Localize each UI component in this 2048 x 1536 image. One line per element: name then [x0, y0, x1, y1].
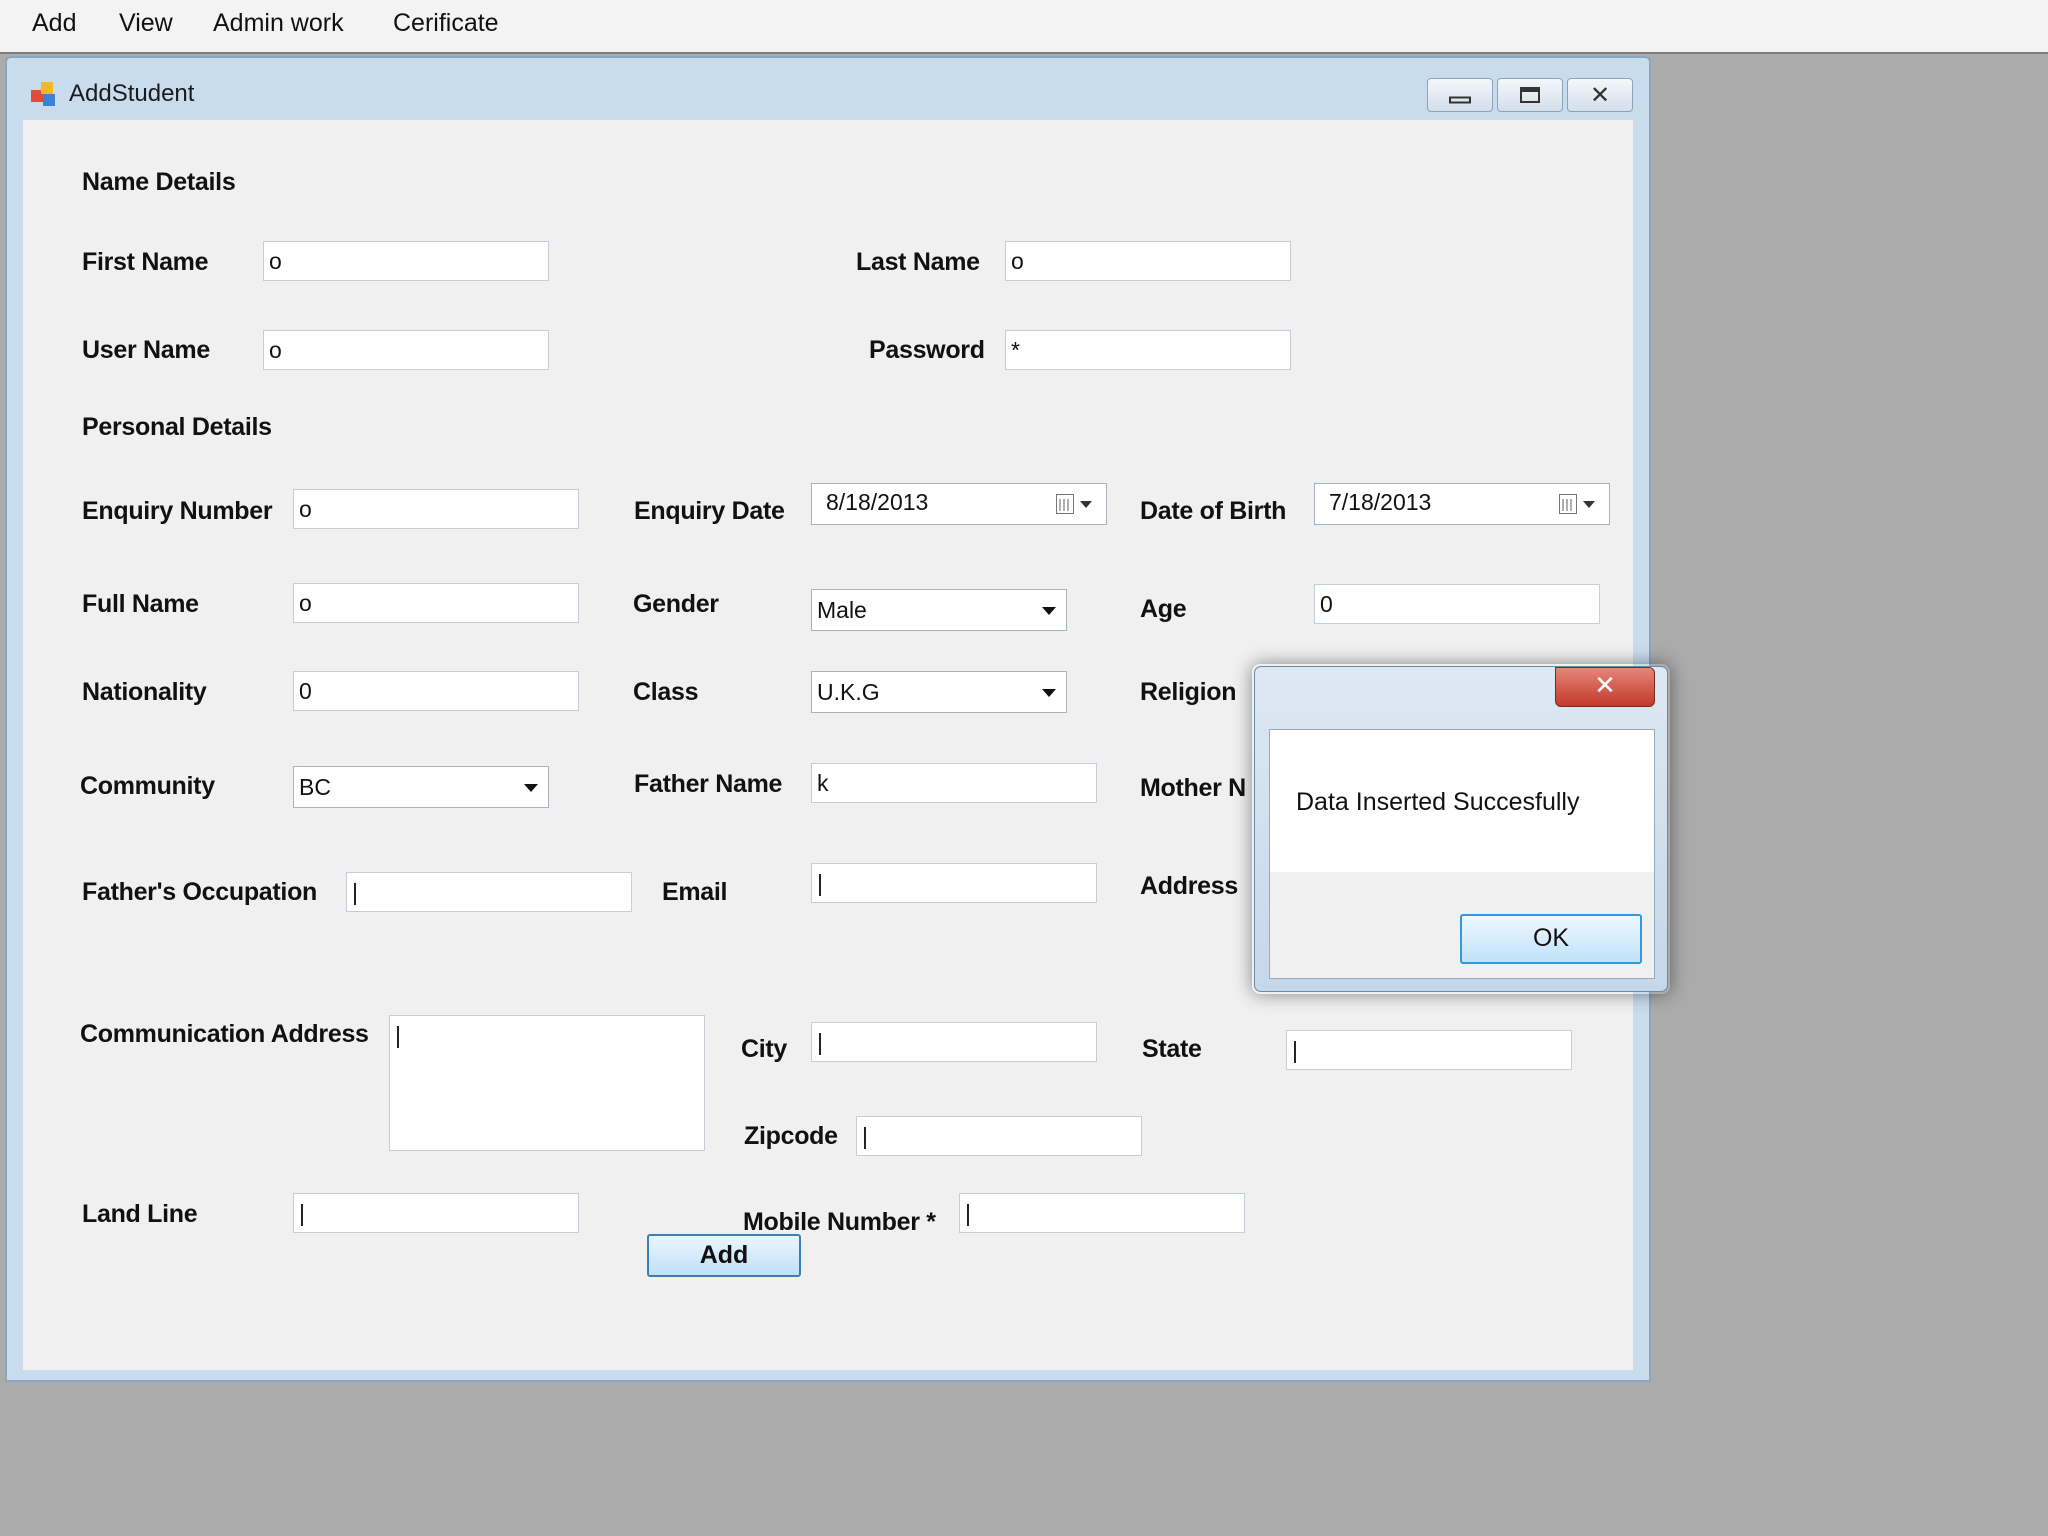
enquiry-date-value: 8/18/2013 [826, 489, 929, 515]
father-occupation-label: Father's Occupation [82, 878, 318, 906]
nationality-label: Nationality [82, 678, 207, 706]
chevron-down-icon [1042, 607, 1056, 615]
city-label: City [741, 1035, 788, 1063]
restore-icon [1520, 87, 1540, 103]
message-dialog: ✕ Data Inserted Succesfully OK [1254, 666, 1668, 992]
land-line-input[interactable]: | [293, 1193, 579, 1233]
class-selected: U.K.G [817, 679, 880, 705]
father-occupation-input[interactable]: | [346, 872, 632, 912]
enquiry-date-picker[interactable]: 8/18/2013 [811, 483, 1107, 525]
last-name-input[interactable]: o [1005, 241, 1291, 281]
address-label: Address [1140, 872, 1238, 900]
enquiry-number-input[interactable]: o [293, 489, 579, 529]
dialog-message: Data Inserted Succesfully [1296, 788, 1580, 816]
dropdown-arrow-icon [1583, 501, 1595, 508]
father-name-label: Father Name [634, 770, 783, 798]
dropdown-arrow-icon [1080, 501, 1092, 508]
window-title: AddStudent [69, 80, 195, 107]
mother-name-label: Mother N [1140, 774, 1246, 802]
zipcode-input[interactable]: | [856, 1116, 1142, 1156]
password-input[interactable]: * [1005, 330, 1291, 370]
chevron-down-icon [1042, 689, 1056, 697]
email-input[interactable]: | [811, 863, 1097, 903]
city-input[interactable]: | [811, 1022, 1097, 1062]
gender-select[interactable]: Male [811, 589, 1067, 631]
enquiry-number-label: Enquiry Number [82, 497, 273, 525]
community-selected: BC [299, 774, 331, 800]
age-input[interactable]: 0 [1314, 584, 1600, 624]
menu-bar: Add View Admin work Cerificate [0, 0, 2048, 54]
close-button[interactable]: ✕ [1567, 78, 1633, 112]
gender-label: Gender [633, 590, 719, 618]
dialog-close-button[interactable]: ✕ [1555, 667, 1655, 707]
menu-admin-work[interactable]: Admin work [207, 9, 350, 38]
date-of-birth-value: 7/18/2013 [1329, 489, 1432, 515]
communication-address-label: Communication Address [80, 1020, 369, 1048]
mobile-number-input[interactable]: | [959, 1193, 1245, 1233]
full-name-label: Full Name [82, 590, 199, 618]
dialog-body: Data Inserted Succesfully OK [1269, 729, 1655, 979]
class-label: Class [633, 678, 699, 706]
communication-address-textarea[interactable]: | [389, 1015, 705, 1151]
user-name-label: User Name [82, 336, 210, 364]
menu-add[interactable]: Add [26, 9, 82, 38]
add-button[interactable]: Add [647, 1234, 801, 1277]
state-label: State [1142, 1035, 1202, 1063]
menu-view[interactable]: View [113, 9, 179, 38]
date-of-birth-label: Date of Birth [1140, 497, 1287, 525]
date-of-birth-picker[interactable]: 7/18/2013 [1314, 483, 1610, 525]
menu-certificate[interactable]: Cerificate [387, 9, 505, 38]
zipcode-label: Zipcode [744, 1122, 838, 1150]
close-icon: ✕ [1589, 81, 1611, 109]
full-name-input[interactable]: o [293, 583, 579, 623]
nationality-input[interactable]: 0 [293, 671, 579, 711]
first-name-label: First Name [82, 248, 209, 276]
father-name-input[interactable]: k [811, 763, 1097, 803]
personal-details-heading: Personal Details [82, 413, 272, 441]
close-icon: ✕ [1594, 670, 1616, 701]
age-label: Age [1140, 595, 1187, 623]
land-line-label: Land Line [82, 1200, 198, 1228]
religion-label: Religion [1140, 678, 1237, 706]
chevron-down-icon [524, 784, 538, 792]
community-label: Community [80, 772, 215, 800]
ok-button[interactable]: OK [1460, 914, 1642, 964]
password-label: Password [869, 336, 985, 364]
app-icon [31, 82, 57, 108]
maximize-button[interactable] [1497, 78, 1563, 112]
calendar-icon [1559, 494, 1577, 514]
email-label: Email [662, 878, 728, 906]
user-name-input[interactable]: o [263, 330, 549, 370]
last-name-label: Last Name [856, 248, 980, 276]
name-details-heading: Name Details [82, 168, 236, 196]
gender-selected: Male [817, 597, 867, 623]
calendar-icon [1056, 494, 1074, 514]
minimize-button[interactable] [1427, 78, 1493, 112]
first-name-input[interactable]: o [263, 241, 549, 281]
dialog-button-area: OK [1270, 872, 1654, 978]
enquiry-date-label: Enquiry Date [634, 497, 785, 525]
screen: Add View Admin work Cerificate AddStuden… [0, 0, 2048, 1536]
mobile-number-label: Mobile Number * [743, 1208, 936, 1236]
minimize-icon [1449, 96, 1471, 104]
community-select[interactable]: BC [293, 766, 549, 808]
state-input[interactable]: | [1286, 1030, 1572, 1070]
class-select[interactable]: U.K.G [811, 671, 1067, 713]
